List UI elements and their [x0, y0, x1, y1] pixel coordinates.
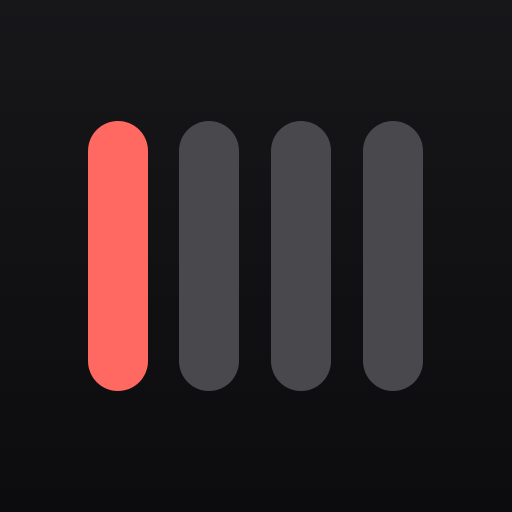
app-icon-canvas	[0, 0, 512, 512]
bar-1	[88, 121, 148, 391]
bar-2	[179, 121, 239, 391]
bars-logo	[0, 0, 512, 512]
bar-4	[363, 121, 423, 391]
bar-3	[271, 121, 331, 391]
